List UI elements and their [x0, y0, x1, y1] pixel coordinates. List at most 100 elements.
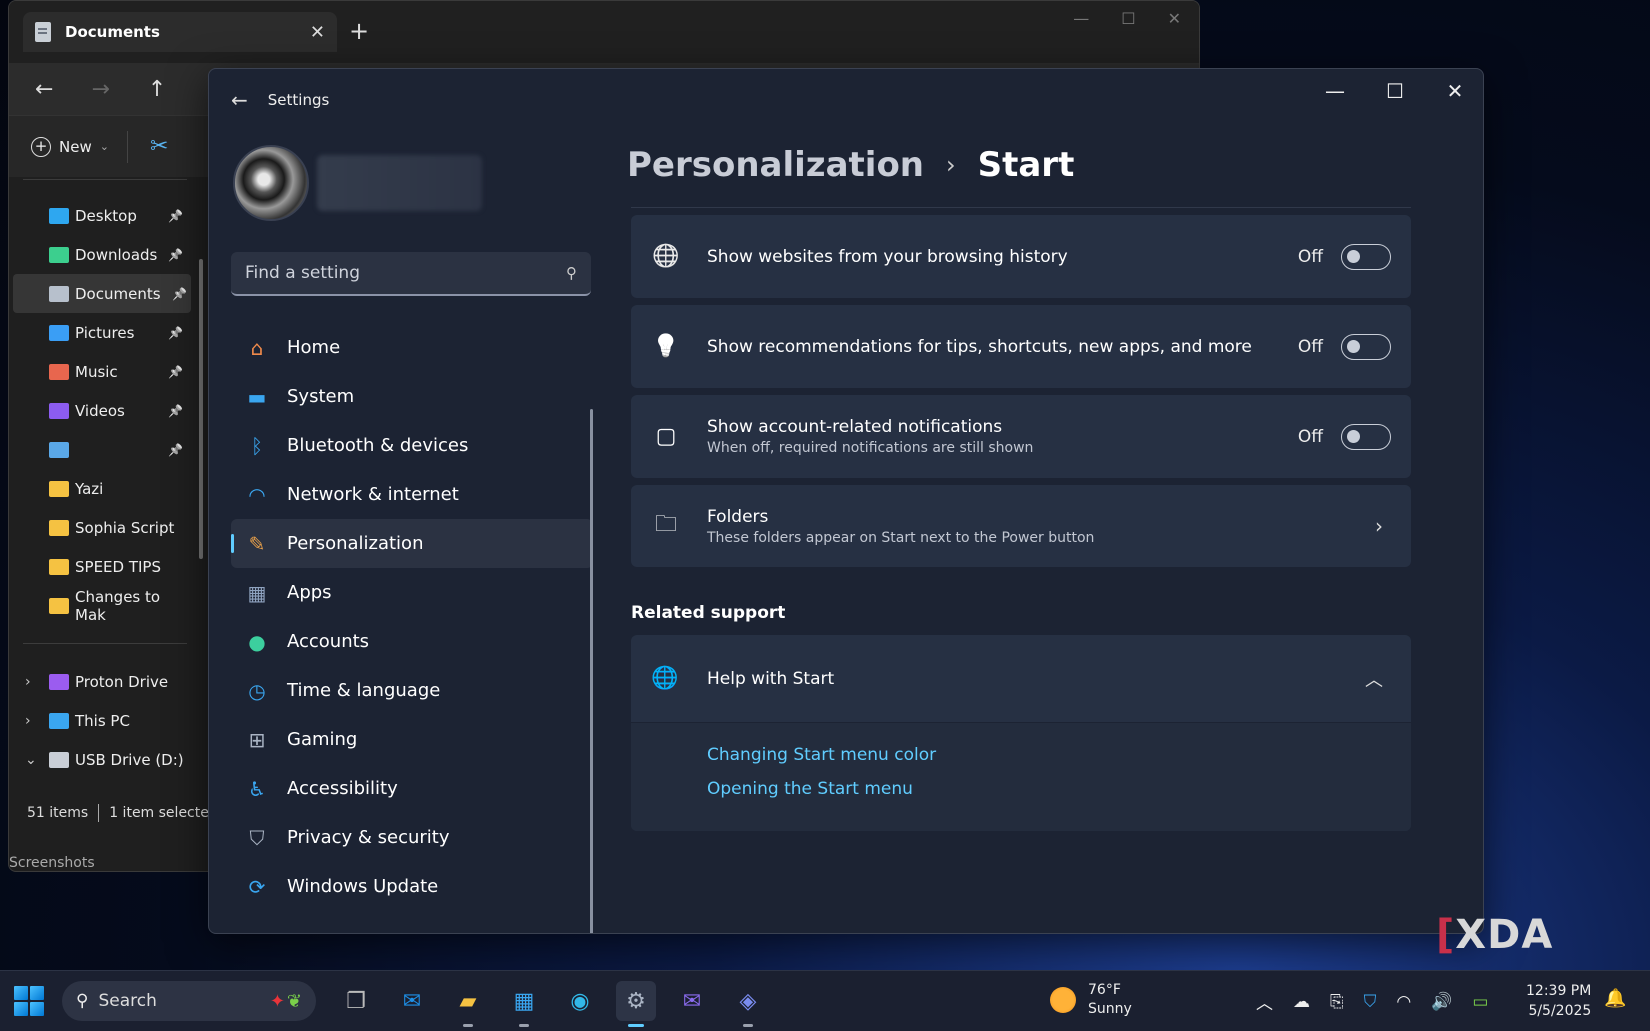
notification-bell-icon[interactable]: 🔔 — [1604, 988, 1626, 1009]
expander-chevron-icon[interactable]: › — [25, 713, 31, 729]
drive-icon — [49, 712, 69, 729]
explorer-sidebar-scrollbar[interactable] — [199, 259, 203, 559]
sidebar-item[interactable]: Sophia Script — [9, 508, 187, 547]
forward-arrow-icon[interactable]: → — [91, 77, 109, 102]
setting-card: 💡 Show recommendations for tips, shortcut… — [631, 305, 1411, 388]
task-view-icon[interactable]: ❐ — [336, 981, 376, 1021]
sidebar-item[interactable]: Videos 📌 — [9, 391, 187, 430]
sidebar-item[interactable]: ⊞ Gaming — [231, 715, 593, 764]
folder-icon — [49, 207, 69, 224]
back-arrow-icon[interactable]: ← — [231, 88, 248, 112]
volume-icon[interactable]: 🔊 — [1431, 992, 1452, 1012]
sidebar-item[interactable]: ▦ Apps — [231, 568, 593, 617]
close-tab-icon[interactable]: ✕ — [310, 22, 325, 43]
bluetooth-icon: ᛒ — [251, 433, 263, 458]
sidebar-item[interactable]: ◷ Time & language — [231, 666, 593, 715]
explorer-tab-documents[interactable]: Documents ✕ — [23, 12, 337, 52]
pin-icon[interactable]: 📌 — [168, 365, 183, 379]
maximize-icon[interactable]: ☐ — [1121, 9, 1135, 28]
breadcrumb-parent[interactable]: Personalization — [627, 145, 924, 185]
microsoft-store-icon[interactable]: ▦ — [504, 981, 544, 1027]
sidebar-item[interactable]: Music 📌 — [9, 352, 187, 391]
taskbar-clock[interactable]: 12:39 PM 5/5/2025 — [1526, 981, 1591, 1021]
chevron-up-icon[interactable]: ︿ — [1256, 989, 1273, 1014]
sidebar-item[interactable]: ⛉ Privacy & security — [231, 813, 593, 862]
expander-chevron-icon[interactable]: ⌄ — [25, 752, 37, 768]
onedrive-icon[interactable]: ☁ — [1293, 992, 1310, 1012]
chevron-right-icon[interactable]: › — [1375, 514, 1383, 538]
expander-chevron-icon[interactable]: › — [25, 674, 31, 690]
sunny-weather-icon — [1050, 987, 1076, 1013]
pin-icon[interactable]: 📌 — [168, 248, 183, 262]
user-profile[interactable] — [233, 145, 482, 221]
maximize-icon[interactable]: ☐ — [1385, 79, 1405, 103]
settings-app-icon[interactable]: ⚙ — [616, 981, 656, 1027]
sidebar-item[interactable]: ⌂ Home — [231, 323, 593, 372]
sidebar-item[interactable]: › Proton Drive — [9, 662, 187, 701]
help-link-opening-start-menu[interactable]: Opening the Start menu — [707, 779, 1411, 799]
settings-search-box[interactable]: ⚲ — [231, 252, 591, 296]
sidebar-item[interactable]: Changes to Mak — [9, 586, 187, 625]
new-tab-icon[interactable]: + — [349, 17, 369, 45]
settings-search-input[interactable] — [245, 263, 566, 283]
security-shield-icon[interactable]: ⛉ — [1364, 992, 1377, 1012]
pin-icon[interactable]: 📌 — [168, 443, 183, 457]
toggle-switch[interactable] — [1341, 423, 1391, 450]
taskbar-search[interactable]: ⚲ Search ✦ ❦ — [62, 981, 316, 1021]
sidebar-item[interactable]: ▬ System — [231, 372, 593, 421]
toggle-switch[interactable] — [1341, 333, 1391, 360]
accessibility-icon: ♿ — [248, 776, 266, 801]
system-tray: ︿ ☁ ⎘ ⛉ ◠ 🔊 ▭ — [1256, 989, 1488, 1015]
sidebar-item[interactable]: Desktop 📌 — [9, 196, 187, 235]
minimize-icon[interactable]: — — [1325, 79, 1345, 103]
file-explorer-icon[interactable]: ▰ — [448, 981, 488, 1027]
battery-icon[interactable]: ▭ — [1472, 992, 1488, 1012]
help-links: Changing Start menu color Opening the St… — [631, 723, 1411, 831]
edge-icon[interactable]: ◉ — [560, 981, 600, 1021]
close-icon[interactable]: ✕ — [1445, 79, 1465, 103]
content-divider — [631, 207, 1411, 208]
pin-icon[interactable]: 📌 — [168, 209, 183, 223]
settings-nav-scrollbar[interactable] — [590, 409, 593, 933]
scissors-icon[interactable]: ✂ — [150, 134, 168, 159]
sidebar-item[interactable]: Pictures 📌 — [9, 313, 187, 352]
windows-logo-pane — [30, 1002, 44, 1016]
minimize-icon[interactable]: — — [1073, 9, 1089, 28]
chevron-up-icon[interactable]: ︿ — [1365, 666, 1383, 692]
sidebar-item[interactable]: SPEED TIPS — [9, 547, 187, 586]
sidebar-item[interactable]: Downloads 📌 — [9, 235, 187, 274]
copilot-icon[interactable]: ◈ — [728, 981, 768, 1027]
weather-widget[interactable]: 76°F Sunny — [1050, 981, 1132, 1019]
new-button[interactable]: + New ⌄ — [31, 130, 128, 163]
toggle-switch[interactable] — [1341, 243, 1391, 270]
sidebar-item[interactable]: Documents 📌 — [13, 274, 191, 313]
pin-icon[interactable]: 📌 — [168, 404, 183, 418]
sidebar-item[interactable]: ᛒ Bluetooth & devices — [231, 421, 593, 470]
sidebar-item[interactable]: › This PC — [9, 701, 187, 740]
sidebar-item[interactable]: ◠ Network & internet — [231, 470, 593, 519]
setting-card[interactable]: 🗀 Folders These folders appear on Start ne… — [631, 485, 1411, 567]
close-icon[interactable]: ✕ — [1168, 9, 1181, 28]
sidebar-item[interactable]: ✎ Personalization — [231, 519, 593, 568]
sidebar-item[interactable]: ♿ Accessibility — [231, 764, 593, 813]
sidebar-item[interactable]: 📌 — [9, 430, 187, 469]
sidebar-item[interactable]: ⌄ USB Drive (D:) — [9, 740, 187, 779]
pin-icon[interactable]: 📌 — [168, 326, 183, 340]
avatar[interactable] — [233, 145, 309, 221]
sidebar-item[interactable]: ⟳ Windows Update — [231, 862, 593, 911]
sidebar-item-label: Apps — [287, 582, 332, 603]
back-arrow-icon[interactable]: ← — [35, 77, 53, 102]
sidebar-item-label: Time & language — [287, 680, 441, 701]
sidebar-item[interactable]: Yazi — [9, 469, 187, 508]
usb-icon[interactable]: ⎘ — [1330, 992, 1344, 1012]
pin-icon[interactable]: 📌 — [172, 287, 187, 301]
up-arrow-icon[interactable]: ↑ — [148, 77, 166, 102]
help-with-start-header[interactable]: 🌐 Help with Start ︿ — [631, 635, 1411, 723]
start-button[interactable] — [14, 986, 44, 1016]
wifi-icon[interactable]: ◠ — [1396, 992, 1411, 1012]
proton-mail-icon[interactable]: ✉ — [672, 981, 712, 1021]
search-icon[interactable]: ⚲ — [566, 264, 577, 282]
outlook-icon[interactable]: ✉ — [392, 981, 432, 1021]
help-link-start-menu-color[interactable]: Changing Start menu color — [707, 745, 1411, 765]
sidebar-item[interactable]: ● Accounts — [231, 617, 593, 666]
